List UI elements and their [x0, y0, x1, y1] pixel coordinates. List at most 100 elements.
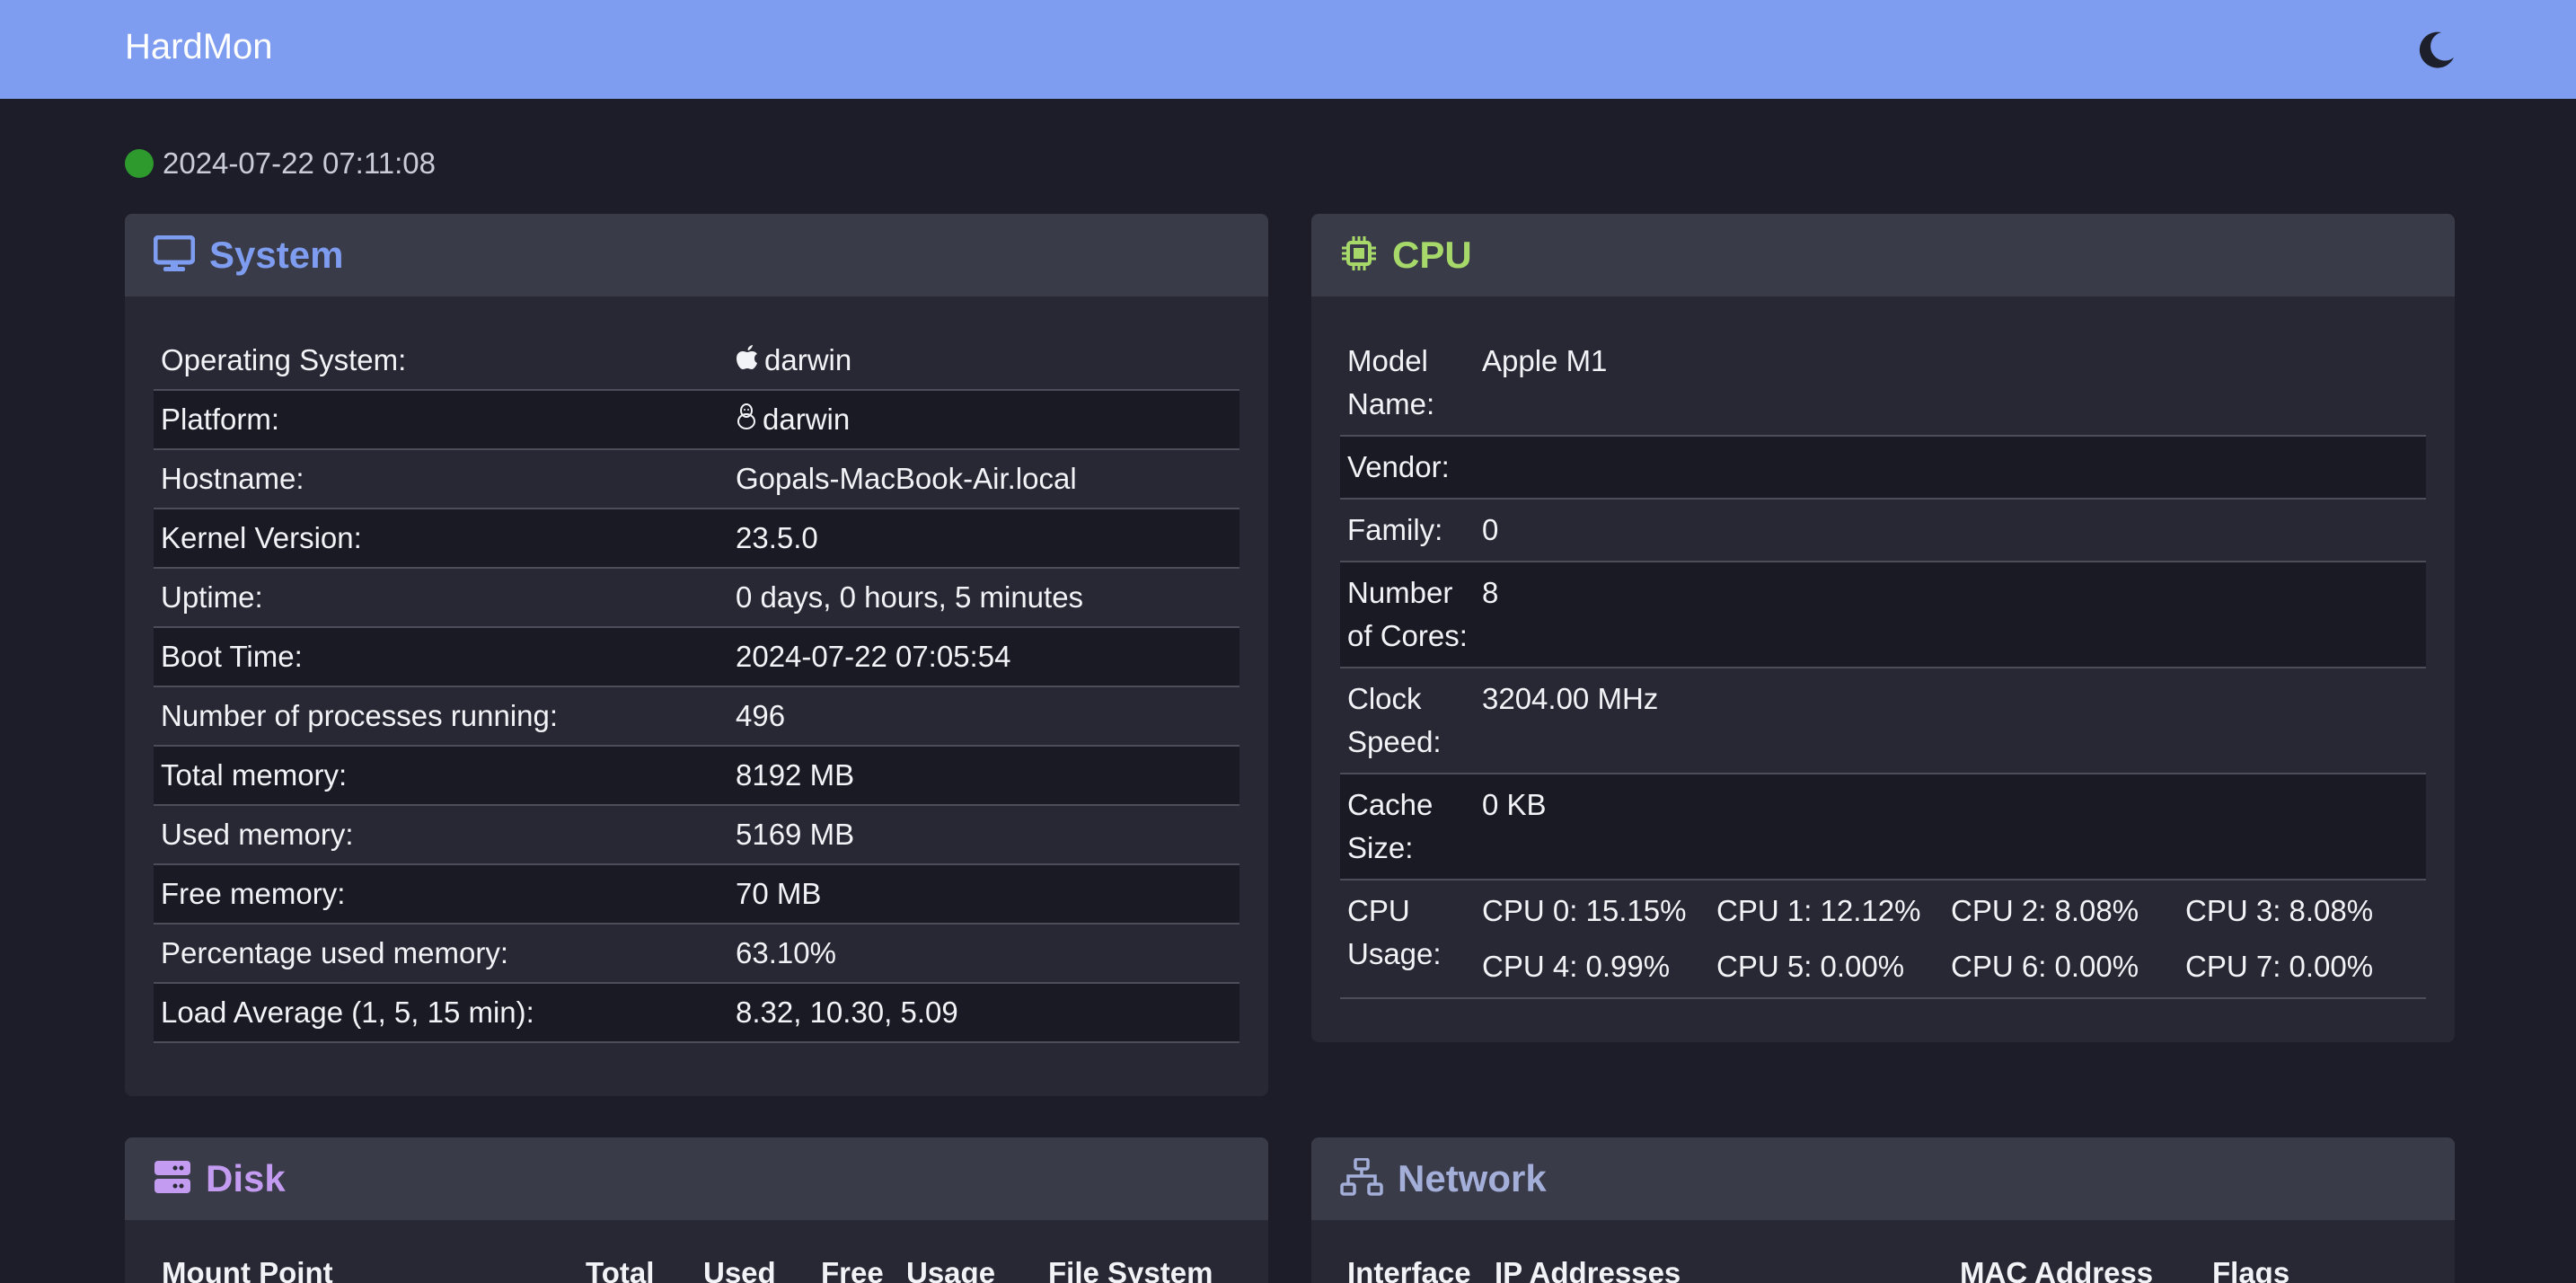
- system-row: Boot Time: 2024-07-22 07:05:54: [154, 627, 1239, 687]
- system-row-value-text: darwin: [764, 342, 852, 376]
- disk-col-free[interactable]: Free: [821, 1256, 884, 1283]
- system-row-value: Gopals-MacBook-Air.local: [728, 449, 1239, 509]
- cpu-row: Model Name: Apple M1: [1340, 331, 2426, 437]
- cpu-row: Vendor:: [1340, 436, 2426, 500]
- cpu-usage-row: CPU Usage: CPU 0: 15.15% CPU 1: 12.12% CPU …: [1340, 880, 2426, 999]
- cpu-core-usage: CPU 3: 8.08%: [2185, 894, 2374, 927]
- brand-title[interactable]: HardMon: [125, 27, 273, 67]
- cpu-card-header: CPU: [1311, 214, 2455, 296]
- cpu-table: Model Name: Apple M1 Vendor: Family: 0 Number…: [1340, 331, 2426, 999]
- system-row-value: 2024-07-22 07:05:54: [728, 627, 1239, 687]
- network-card-title: Network: [1398, 1157, 1547, 1199]
- cpu-row-value: 0: [1475, 499, 2426, 562]
- network-col-flags[interactable]: Flags: [2212, 1256, 2289, 1283]
- system-row-label: Total memory:: [154, 746, 728, 806]
- cpu-row-label: Family:: [1340, 499, 1475, 562]
- disk-card-title: Disk: [206, 1157, 286, 1199]
- cpu-core-usage: CPU 1: 12.12%: [1716, 894, 1921, 927]
- system-row-value: 8192 MB: [728, 746, 1239, 806]
- system-row: Kernel Version: 23.5.0: [154, 509, 1239, 569]
- system-row: Free memory: 70 MB: [154, 864, 1239, 925]
- system-row: Uptime: 0 days, 0 hours, 5 minutes: [154, 568, 1239, 628]
- network-col-interface[interactable]: Interface: [1347, 1256, 1471, 1283]
- system-row-value: 5169 MB: [728, 805, 1239, 865]
- system-row-value: 63.10%: [728, 924, 1239, 984]
- cpu-row-label: Clock Speed:: [1340, 668, 1475, 774]
- system-row-value-text: 2024-07-22 07:05:54: [736, 640, 1011, 673]
- linux-icon: [736, 403, 757, 436]
- cpu-row-label: Number of Cores:: [1340, 562, 1475, 668]
- disk-col-mount[interactable]: Mount Point: [162, 1256, 333, 1283]
- system-row-value: 23.5.0: [728, 509, 1239, 569]
- system-row-label: Percentage used memory:: [154, 924, 728, 984]
- cpu-card-title: CPU: [1392, 234, 1472, 276]
- system-table: Operating System: darwin Platform: darwin Ho…: [154, 331, 1239, 1043]
- disk-col-total[interactable]: Total: [586, 1256, 654, 1283]
- cpu-row-value: Apple M1: [1475, 331, 2426, 437]
- cpu-row-value: 8: [1475, 562, 2426, 668]
- system-row-value-text: 496: [736, 699, 786, 732]
- system-row-value: darwin: [728, 331, 1239, 391]
- system-row-label: Uptime:: [154, 568, 728, 628]
- system-row-value-text: 8192 MB: [736, 758, 855, 792]
- cpu-row-value: 3204.00 MHz: [1475, 668, 2426, 774]
- server-icon: [154, 1160, 206, 1199]
- status-row: 2024-07-22 07:11:08: [125, 146, 436, 181]
- system-row-value-text: 70 MB: [736, 877, 822, 910]
- cpu-row-label: Vendor:: [1340, 436, 1475, 500]
- network-col-mac[interactable]: MAC Address: [1960, 1256, 2153, 1283]
- system-row-value-text: 0 days, 0 hours, 5 minutes: [736, 580, 1084, 614]
- cpu-core-usage: CPU 7: 0.00%: [2185, 950, 2374, 983]
- cpu-row-value: 0 KB: [1475, 774, 2426, 880]
- status-timestamp: 2024-07-22 07:11:08: [163, 146, 436, 180]
- system-row-value-text: darwin: [763, 403, 851, 436]
- system-row: Load Average (1, 5, 15 min): 8.32, 10.30,…: [154, 983, 1239, 1043]
- system-row-value: 496: [728, 686, 1239, 747]
- network-card-header: Network: [1311, 1137, 2455, 1220]
- system-row-value-text: Gopals-MacBook-Air.local: [736, 462, 1077, 495]
- system-card-header: System: [125, 214, 1268, 296]
- network-icon: [1340, 1156, 1398, 1200]
- cpu-row-label: Model Name:: [1340, 331, 1475, 437]
- system-row-value-text: 23.5.0: [736, 521, 818, 554]
- cpu-core-usage: CPU 5: 0.00%: [1716, 950, 1905, 983]
- system-row: Platform: darwin: [154, 390, 1239, 450]
- cpu-row: Cache Size: 0 KB: [1340, 774, 2426, 880]
- cpu-core-usage: CPU 2: 8.08%: [1951, 894, 2139, 927]
- system-row: Hostname: Gopals-MacBook-Air.local: [154, 449, 1239, 509]
- system-row-value: 70 MB: [728, 864, 1239, 925]
- system-row-label: Free memory:: [154, 864, 728, 925]
- system-row-value: 8.32, 10.30, 5.09: [728, 983, 1239, 1043]
- system-row-value-text: 8.32, 10.30, 5.09: [736, 995, 958, 1029]
- system-row: Percentage used memory: 63.10%: [154, 924, 1239, 984]
- cpu-usage-values: CPU 0: 15.15% CPU 1: 12.12% CPU 2: 8.08% CP…: [1475, 880, 2426, 999]
- system-row: Operating System: darwin: [154, 331, 1239, 391]
- disk-col-used[interactable]: Used: [703, 1256, 776, 1283]
- cpu-row: Family: 0: [1340, 499, 2426, 562]
- cpu-core-usage: CPU 0: 15.15%: [1482, 894, 1687, 927]
- system-row-label: Kernel Version:: [154, 509, 728, 569]
- system-row-label: Number of processes running:: [154, 686, 728, 747]
- cpu-core-usage: CPU 4: 0.99%: [1482, 950, 1671, 983]
- system-row-label: Operating System:: [154, 331, 728, 391]
- disk-col-filesystem[interactable]: File System: [1048, 1256, 1213, 1283]
- system-row-label: Boot Time:: [154, 627, 728, 687]
- cpu-row-label: Cache Size:: [1340, 774, 1475, 880]
- system-card: System Operating System: darwin Platform: d…: [125, 214, 1268, 1096]
- system-row-label: Used memory:: [154, 805, 728, 865]
- cpu-row: Clock Speed: 3204.00 MHz: [1340, 668, 2426, 774]
- disk-col-usage[interactable]: Usage: [906, 1256, 995, 1283]
- system-row-label: Load Average (1, 5, 15 min):: [154, 983, 728, 1043]
- system-row-label: Platform:: [154, 390, 728, 450]
- moon-icon[interactable]: [2414, 27, 2459, 72]
- system-card-title: System: [209, 234, 344, 276]
- system-row-value-text: 5169 MB: [736, 818, 855, 851]
- system-row: Used memory: 5169 MB: [154, 805, 1239, 865]
- system-row-value: 0 days, 0 hours, 5 minutes: [728, 568, 1239, 628]
- network-col-ip[interactable]: IP Addresses: [1495, 1256, 1681, 1283]
- cpu-core-usage: CPU 6: 0.00%: [1951, 950, 2139, 983]
- cpu-row-value: [1475, 436, 2426, 500]
- monitor-icon: [153, 234, 209, 276]
- system-row: Number of processes running: 496: [154, 686, 1239, 747]
- navbar: HardMon: [0, 0, 2576, 99]
